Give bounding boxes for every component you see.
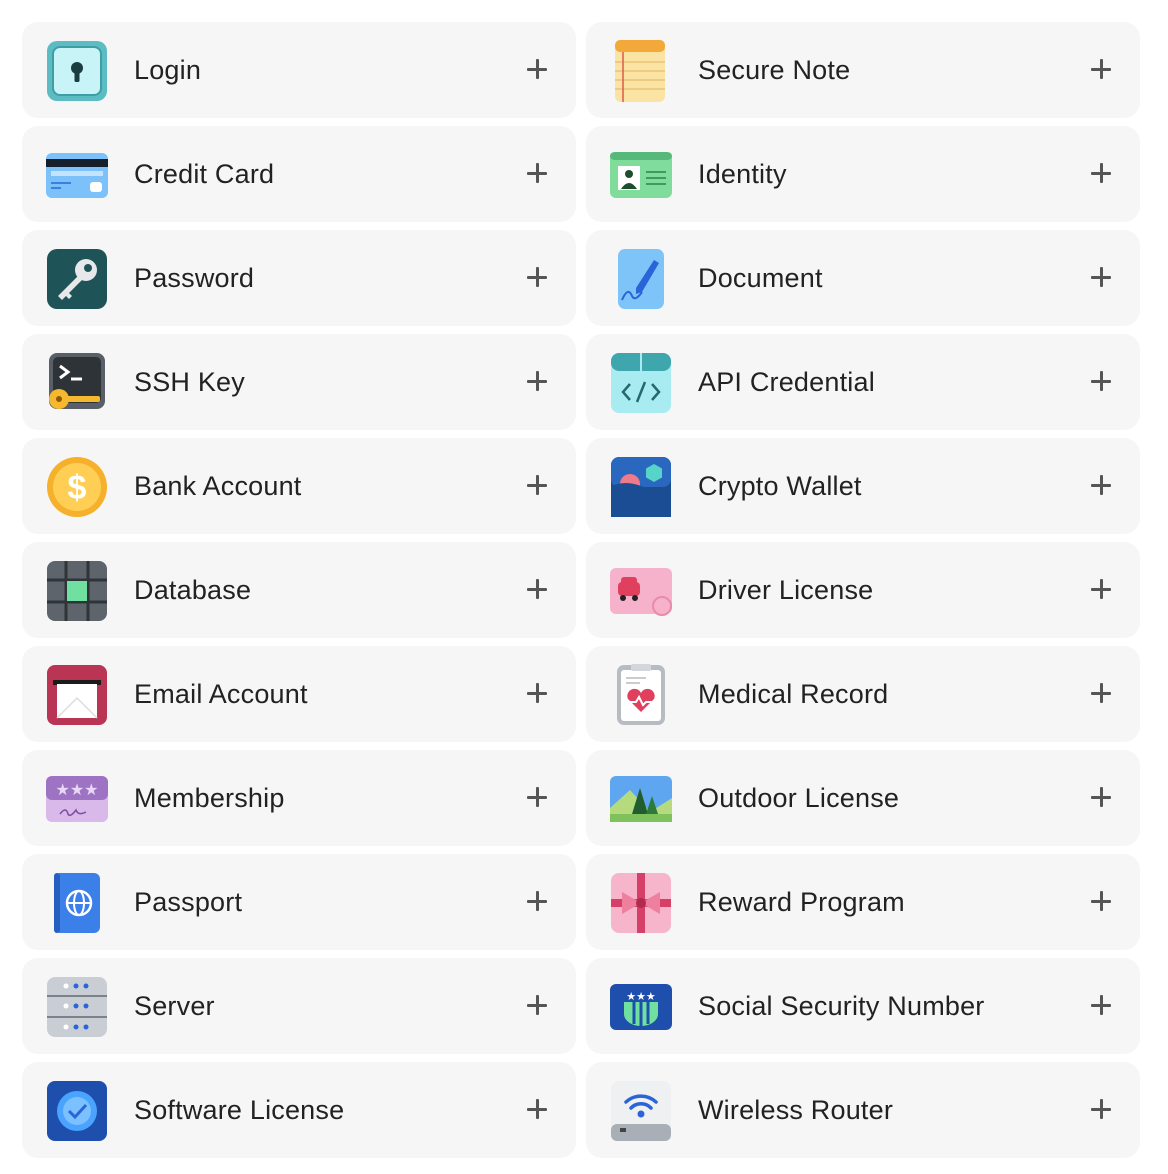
ssh-key-icon [46,352,108,414]
item-type-label: Reward Program [698,887,905,917]
item-type-label: API Credential [698,367,875,397]
item-type-label: Social Security Number [698,991,985,1021]
login-icon [46,40,108,102]
item-type-driver-license[interactable]: Driver License [586,542,1140,638]
item-type-label: Identity [698,159,787,189]
item-type-label: SSH Key [134,367,245,397]
medical-record-icon [610,664,672,726]
credit-card-icon [46,144,108,206]
item-type-label: Software License [134,1095,345,1125]
item-type-secure-note[interactable]: Secure Note [586,22,1140,118]
api-credential-icon [610,352,672,414]
plus-icon[interactable] [1090,1098,1112,1120]
wireless-router-icon [610,1080,672,1142]
item-type-passport[interactable]: Passport [22,854,576,950]
item-type-software-license[interactable]: Software License [22,1062,576,1158]
plus-icon[interactable] [526,578,548,600]
identity-icon [610,144,672,206]
item-type-label: Document [698,263,823,293]
item-type-label: Membership [134,783,285,813]
plus-icon[interactable] [526,266,548,288]
passport-icon [46,872,108,934]
item-type-server[interactable]: Server [22,958,576,1054]
plus-icon[interactable] [1090,578,1112,600]
plus-icon[interactable] [526,682,548,704]
item-type-api-credential[interactable]: API Credential [586,334,1140,430]
item-type-label: Crypto Wallet [698,471,862,501]
plus-icon[interactable] [1090,786,1112,808]
item-type-reward-program[interactable]: Reward Program [586,854,1140,950]
plus-icon[interactable] [1090,994,1112,1016]
item-type-label: Email Account [134,679,308,709]
email-account-icon [46,664,108,726]
server-icon [46,976,108,1038]
item-type-email-account[interactable]: Email Account [22,646,576,742]
plus-icon[interactable] [526,994,548,1016]
plus-icon[interactable] [526,786,548,808]
plus-icon[interactable] [526,370,548,392]
plus-icon[interactable] [526,474,548,496]
item-type-wireless-router[interactable]: Wireless Router [586,1062,1140,1158]
plus-icon[interactable] [1090,370,1112,392]
database-icon [46,560,108,622]
plus-icon[interactable] [1090,474,1112,496]
secure-note-icon [610,40,672,102]
item-type-label: Driver License [698,575,874,605]
item-type-label: Credit Card [134,159,275,189]
item-type-membership[interactable]: ★★★ Membership [22,750,576,846]
item-type-label: Outdoor License [698,783,900,813]
plus-icon[interactable] [526,58,548,80]
item-type-credit-card[interactable]: Credit Card [22,126,576,222]
item-type-crypto-wallet[interactable]: Crypto Wallet [586,438,1140,534]
item-type-label: Medical Record [698,679,889,709]
reward-program-icon [610,872,672,934]
item-type-login[interactable]: Login [22,22,576,118]
item-type-label: Secure Note [698,55,851,85]
plus-icon[interactable] [526,162,548,184]
bank-account-icon: $ [46,456,108,518]
plus-icon[interactable] [526,890,548,912]
document-icon [610,248,672,310]
item-type-label: Bank Account [134,471,302,501]
item-type-label: Login [134,55,202,85]
membership-icon: ★★★ [46,768,108,830]
item-type-medical-record[interactable]: Medical Record [586,646,1140,742]
item-type-bank-account[interactable]: $ Bank Account [22,438,576,534]
password-icon [46,248,108,310]
plus-icon[interactable] [1090,890,1112,912]
svg-text:$: $ [68,469,87,507]
item-type-label: Password [134,263,255,293]
item-type-label: Server [134,991,215,1021]
plus-icon[interactable] [1090,162,1112,184]
item-type-label: Database [134,575,252,605]
social-security-number-icon: ★★★ [610,976,672,1038]
item-type-document[interactable]: Document [586,230,1140,326]
item-type-password[interactable]: Password [22,230,576,326]
item-type-identity[interactable]: Identity [586,126,1140,222]
plus-icon[interactable] [1090,266,1112,288]
item-type-grid: Login Secure Note Credit Card Identity Passw… [22,22,1140,1158]
item-type-label: Wireless Router [698,1095,894,1125]
item-type-outdoor-license[interactable]: Outdoor License [586,750,1140,846]
driver-license-icon [610,560,672,622]
item-type-social-security-number[interactable]: ★★★ Social Security Number [586,958,1140,1054]
plus-icon[interactable] [1090,682,1112,704]
plus-icon[interactable] [1090,58,1112,80]
software-license-icon [46,1080,108,1142]
item-type-label: Passport [134,887,243,917]
svg-text:★★★: ★★★ [55,780,98,799]
item-type-database[interactable]: Database [22,542,576,638]
plus-icon[interactable] [526,1098,548,1120]
svg-text:★★★: ★★★ [626,990,656,1003]
item-type-ssh-key[interactable]: SSH Key [22,334,576,430]
outdoor-license-icon [610,768,672,830]
crypto-wallet-icon [610,456,672,518]
